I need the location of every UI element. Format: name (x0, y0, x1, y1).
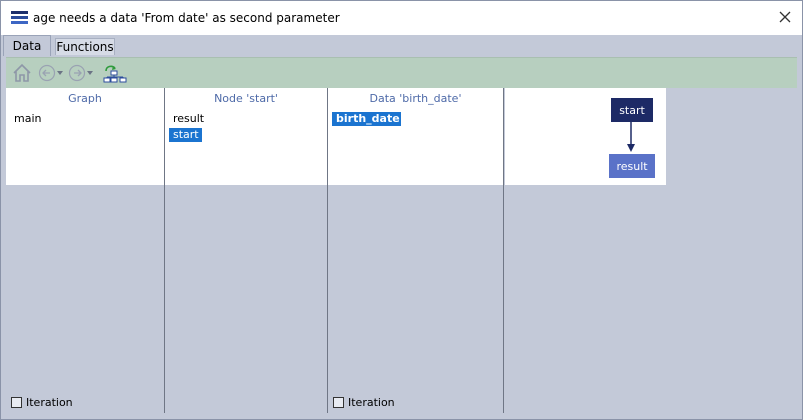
node-column-header: Node 'start' (214, 92, 278, 105)
edge-arrow (627, 122, 635, 152)
iteration-label: Iteration (26, 396, 73, 409)
graph-diagram: start result (505, 88, 666, 185)
graph-tree-button[interactable] (102, 63, 128, 83)
content-area: Graph main Iteration Node 'start' result… (6, 88, 797, 413)
graph-tree-icon (103, 65, 127, 83)
app-logo-icon (11, 11, 28, 24)
iteration-checkbox[interactable] (11, 397, 22, 408)
node-item-result[interactable]: result (173, 112, 204, 125)
home-icon (13, 63, 31, 82)
diagram-node-result[interactable]: result (609, 154, 655, 178)
forward-button[interactable] (68, 63, 94, 83)
forward-icon (68, 64, 93, 82)
close-icon (779, 11, 791, 23)
data-column-header: Data 'birth_date' (369, 92, 462, 105)
graph-column: Graph main Iteration (6, 88, 165, 413)
close-button[interactable] (774, 6, 796, 28)
node-column: Node 'start' result start (165, 88, 328, 413)
data-item-birth-date[interactable]: birth_date (332, 112, 401, 126)
tab-data[interactable]: Data (3, 35, 51, 56)
diagram-node-start[interactable]: start (611, 98, 653, 122)
window-title: age needs a data 'From date' as second p… (33, 11, 340, 25)
graph-iteration-toggle[interactable]: Iteration (11, 396, 73, 409)
node-item-start[interactable]: start (169, 128, 202, 142)
iteration-label: Iteration (348, 396, 395, 409)
dialog-window: age needs a data 'From date' as second p… (0, 0, 803, 420)
graph-column-header: Graph (68, 92, 102, 105)
tab-strip: Data Functions (1, 35, 802, 56)
toolbar (6, 57, 797, 88)
home-button[interactable] (12, 63, 32, 83)
graph-item-main[interactable]: main (14, 112, 41, 125)
tab-functions[interactable]: Functions (55, 38, 115, 55)
data-column: Data 'birth_date' birth_date Iteration (328, 88, 504, 413)
back-button[interactable] (38, 63, 64, 83)
data-iteration-toggle[interactable]: Iteration (333, 396, 395, 409)
title-bar: age needs a data 'From date' as second p… (1, 1, 802, 35)
iteration-checkbox[interactable] (333, 397, 344, 408)
back-icon (38, 64, 63, 82)
